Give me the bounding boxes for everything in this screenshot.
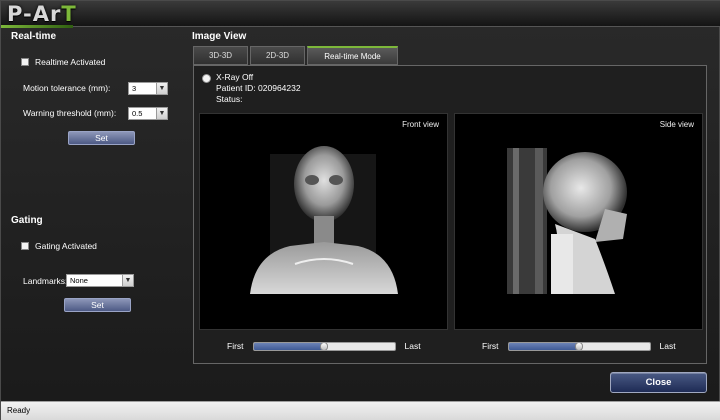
gating-activated-row[interactable]: Gating Activated xyxy=(21,241,97,251)
landmarks-value: None xyxy=(70,276,88,285)
app-logo: P-ArT xyxy=(7,2,77,26)
gating-set-button[interactable]: Set xyxy=(64,298,131,312)
tab-realtime-mode[interactable]: Real-time Mode xyxy=(307,46,398,65)
image-view-title: Image View xyxy=(192,31,247,42)
title-bar: P-ArT xyxy=(1,1,720,28)
chevron-down-icon[interactable]: ▼ xyxy=(156,108,167,119)
warning-threshold-label: Warning threshold (mm): xyxy=(23,108,117,118)
xray-status-label: X-Ray Off xyxy=(216,72,254,82)
motion-tolerance-label: Motion tolerance (mm): xyxy=(23,83,111,93)
chevron-down-icon[interactable]: ▼ xyxy=(122,275,133,286)
side-slider-thumb[interactable] xyxy=(575,342,584,350)
front-first-label: First xyxy=(227,341,244,351)
gating-section-title: Gating xyxy=(11,215,43,226)
front-slider-fill xyxy=(253,342,325,350)
warning-threshold-select[interactable]: 0.5 ▼ xyxy=(128,107,168,120)
logo-underline xyxy=(1,25,73,28)
realtime-activated-label: Realtime Activated xyxy=(35,57,106,67)
image-view-panel: X-Ray Off Patient ID: 020964232 Status: … xyxy=(193,65,707,364)
gating-activated-label: Gating Activated xyxy=(35,241,97,251)
close-button[interactable]: Close xyxy=(610,372,707,393)
tab-2d-3d[interactable]: 2D-3D xyxy=(250,46,305,65)
realtime-set-button[interactable]: Set xyxy=(68,131,135,145)
status-bar-text: Ready xyxy=(7,406,31,415)
realtime-section-title: Real-time xyxy=(11,31,57,42)
warning-threshold-value: 0.5 xyxy=(132,109,143,118)
app-window: P-ArT Real-time Realtime Activated Motio… xyxy=(0,0,720,420)
status-bar: Ready xyxy=(1,401,720,420)
front-last-label: Last xyxy=(404,341,421,351)
front-xray-image xyxy=(250,146,398,294)
front-frame-slider-row: First Last xyxy=(227,341,421,351)
motion-tolerance-select[interactable]: 3 ▼ xyxy=(128,82,168,95)
front-view-image: Front view xyxy=(199,113,448,330)
chevron-down-icon[interactable]: ▼ xyxy=(156,83,167,94)
side-frame-slider-row: First Last xyxy=(482,341,676,351)
image-view-tabs: 3D-3D 2D-3D Real-time Mode xyxy=(193,46,398,65)
realtime-activated-checkbox[interactable] xyxy=(21,58,29,66)
side-view-image: Side view xyxy=(454,113,703,330)
xray-radio[interactable] xyxy=(202,74,211,83)
front-frame-slider[interactable] xyxy=(252,341,396,351)
logo-accent-text: T xyxy=(61,2,77,26)
side-frame-slider[interactable] xyxy=(507,341,651,351)
tab-3d-3d[interactable]: 3D-3D xyxy=(193,46,248,65)
side-last-label: Last xyxy=(659,341,676,351)
front-view-label: Front view xyxy=(402,120,439,129)
logo-text: P-Ar xyxy=(7,2,62,26)
landmarks-label: Landmarks: xyxy=(23,276,68,286)
motion-tolerance-value: 3 xyxy=(132,84,137,93)
landmarks-select[interactable]: None ▼ xyxy=(66,274,134,287)
side-view-label: Side view xyxy=(659,120,694,129)
front-slider-thumb[interactable] xyxy=(320,342,329,350)
side-xray-image xyxy=(507,148,627,294)
side-slider-fill xyxy=(508,342,580,350)
gating-activated-checkbox[interactable] xyxy=(21,242,29,250)
side-first-label: First xyxy=(482,341,499,351)
status-label: Status: xyxy=(216,94,243,104)
realtime-activated-row[interactable]: Realtime Activated xyxy=(21,57,105,67)
patient-id-label: Patient ID: 020964232 xyxy=(216,83,301,93)
